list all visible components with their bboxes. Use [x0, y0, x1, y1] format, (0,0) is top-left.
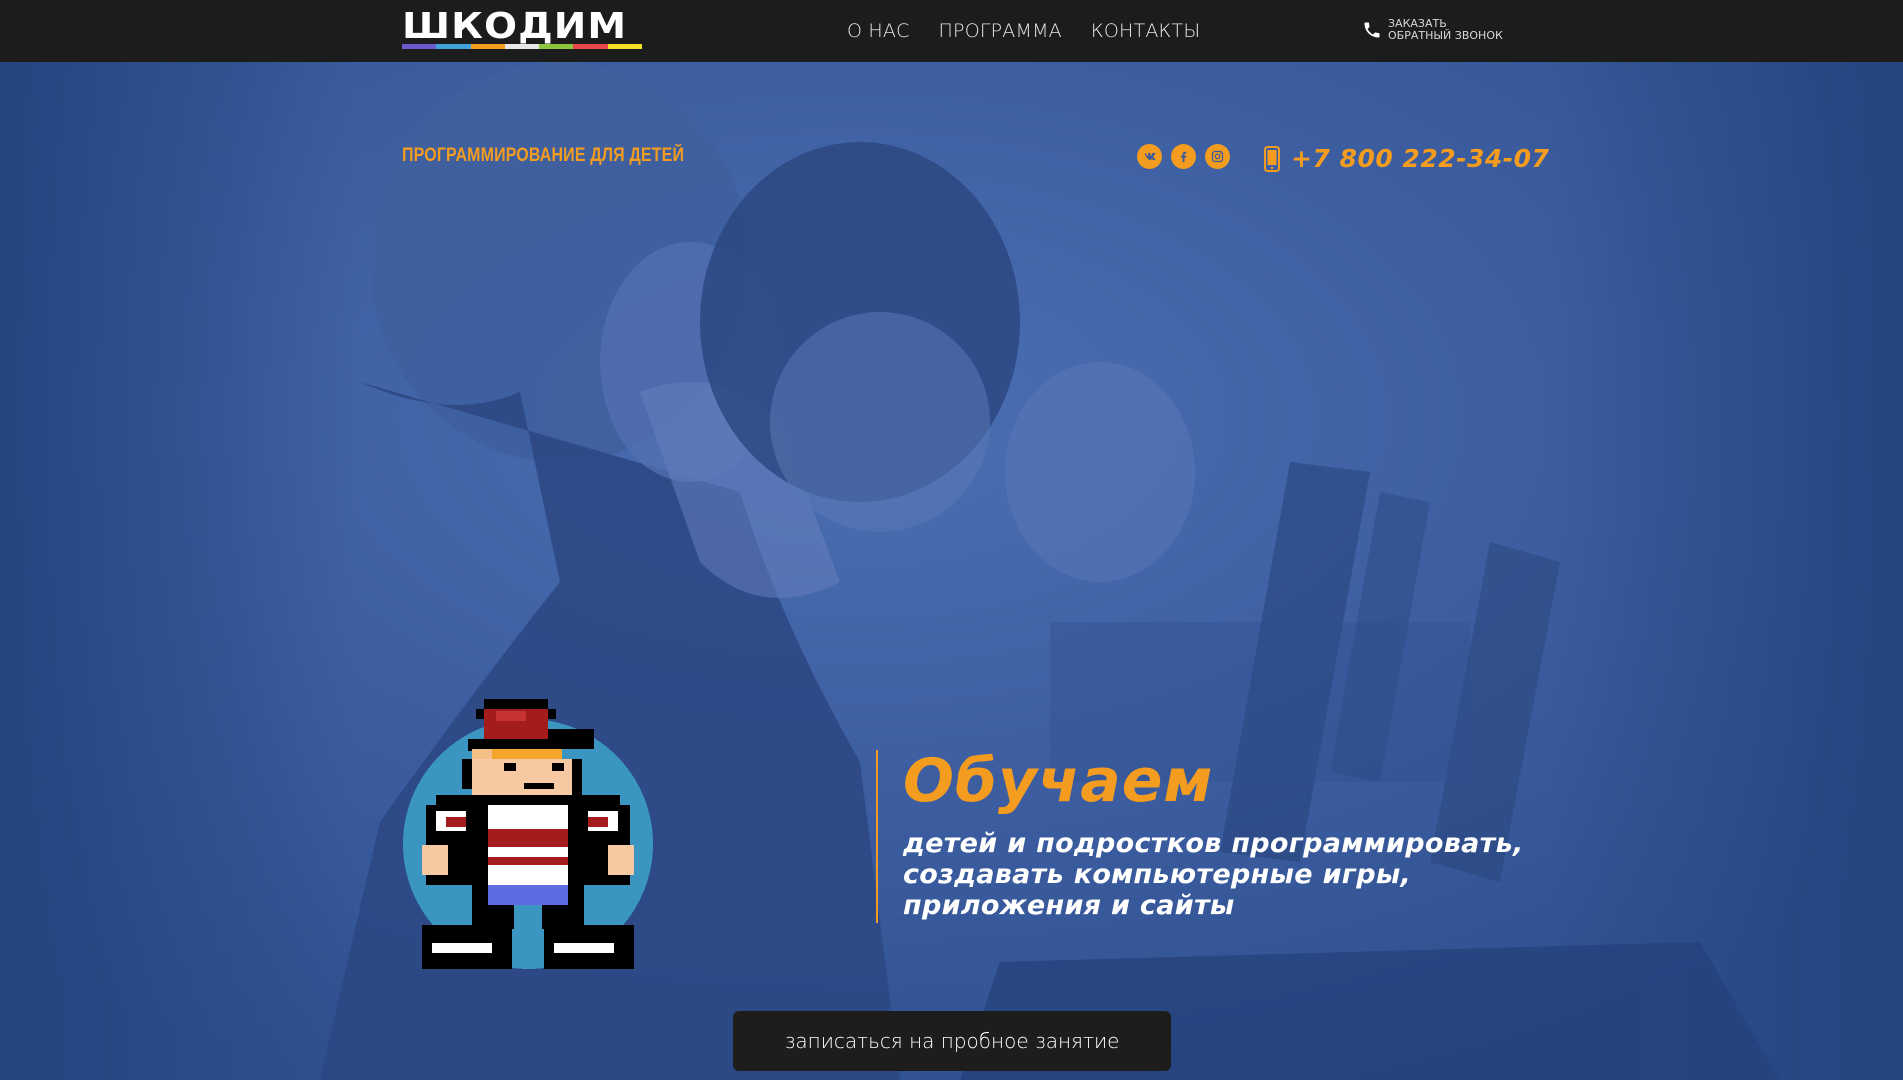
social-links [1137, 144, 1230, 169]
subhead-line: приложения и сайты [903, 890, 1235, 921]
callback-line2: ОБРАТНЫЙ ЗВОНОК [1388, 29, 1503, 42]
facebook-icon[interactable] [1171, 144, 1196, 169]
logo-stripe [402, 44, 437, 49]
logo-text: ШКОДИМ [402, 6, 628, 47]
pixel-mascot-image [403, 699, 653, 969]
nav-item-program[interactable]: ПРОГРАММА [939, 18, 1062, 44]
tagline: ПРОГРАММИРОВАНИЕ ДЛЯ ДЕТЕЙ [402, 145, 685, 166]
phone-icon [1364, 22, 1380, 38]
logo-stripes [402, 44, 642, 49]
logo-stripe [470, 44, 505, 49]
hero-background-photo [0, 62, 1903, 1080]
trial-lesson-button[interactable]: записаться на пробное занятие [733, 1011, 1171, 1071]
logo-stripe [504, 44, 540, 49]
hero-section: ПРОГРАММИРОВАНИЕ ДЛЯ ДЕТЕЙ +7 800 222-34… [0, 62, 1903, 1080]
headline-divider [876, 750, 878, 923]
logo-stripe [436, 44, 471, 49]
nav-item-about[interactable]: О НАС [847, 18, 910, 44]
phone-contact: +7 800 222-34-07 [1264, 144, 1549, 174]
top-bar: ШКОДИМ О НАС ПРОГРАММА КОНТАКТЫ ЗАКАЗАТЬ… [0, 0, 1903, 62]
subhead-line: создавать компьютерные игры, [903, 859, 1412, 890]
instagram-icon[interactable] [1205, 144, 1230, 169]
hero-headline: Обучаем [903, 746, 1214, 816]
vk-icon[interactable] [1137, 144, 1162, 169]
callback-button[interactable]: ЗАКАЗАТЬ ОБРАТНЫЙ ЗВОНОК [1362, 18, 1503, 42]
mascot [402, 699, 654, 971]
logo-stripe [573, 44, 608, 49]
logo-stripe [607, 44, 642, 49]
phone-number[interactable]: +7 800 222-34-07 [1291, 144, 1549, 174]
logo[interactable]: ШКОДИМ [402, 9, 642, 49]
nav-item-contacts[interactable]: КОНТАКТЫ [1091, 18, 1200, 44]
logo-stripe [539, 44, 574, 49]
main-nav: О НАС ПРОГРАММА КОНТАКТЫ [847, 18, 1200, 44]
hero-subheadline: детей и подростков программировать, созд… [903, 828, 1543, 921]
subhead-line: детей и подростков программировать, [903, 828, 1524, 859]
mobile-phone-icon [1264, 146, 1280, 172]
